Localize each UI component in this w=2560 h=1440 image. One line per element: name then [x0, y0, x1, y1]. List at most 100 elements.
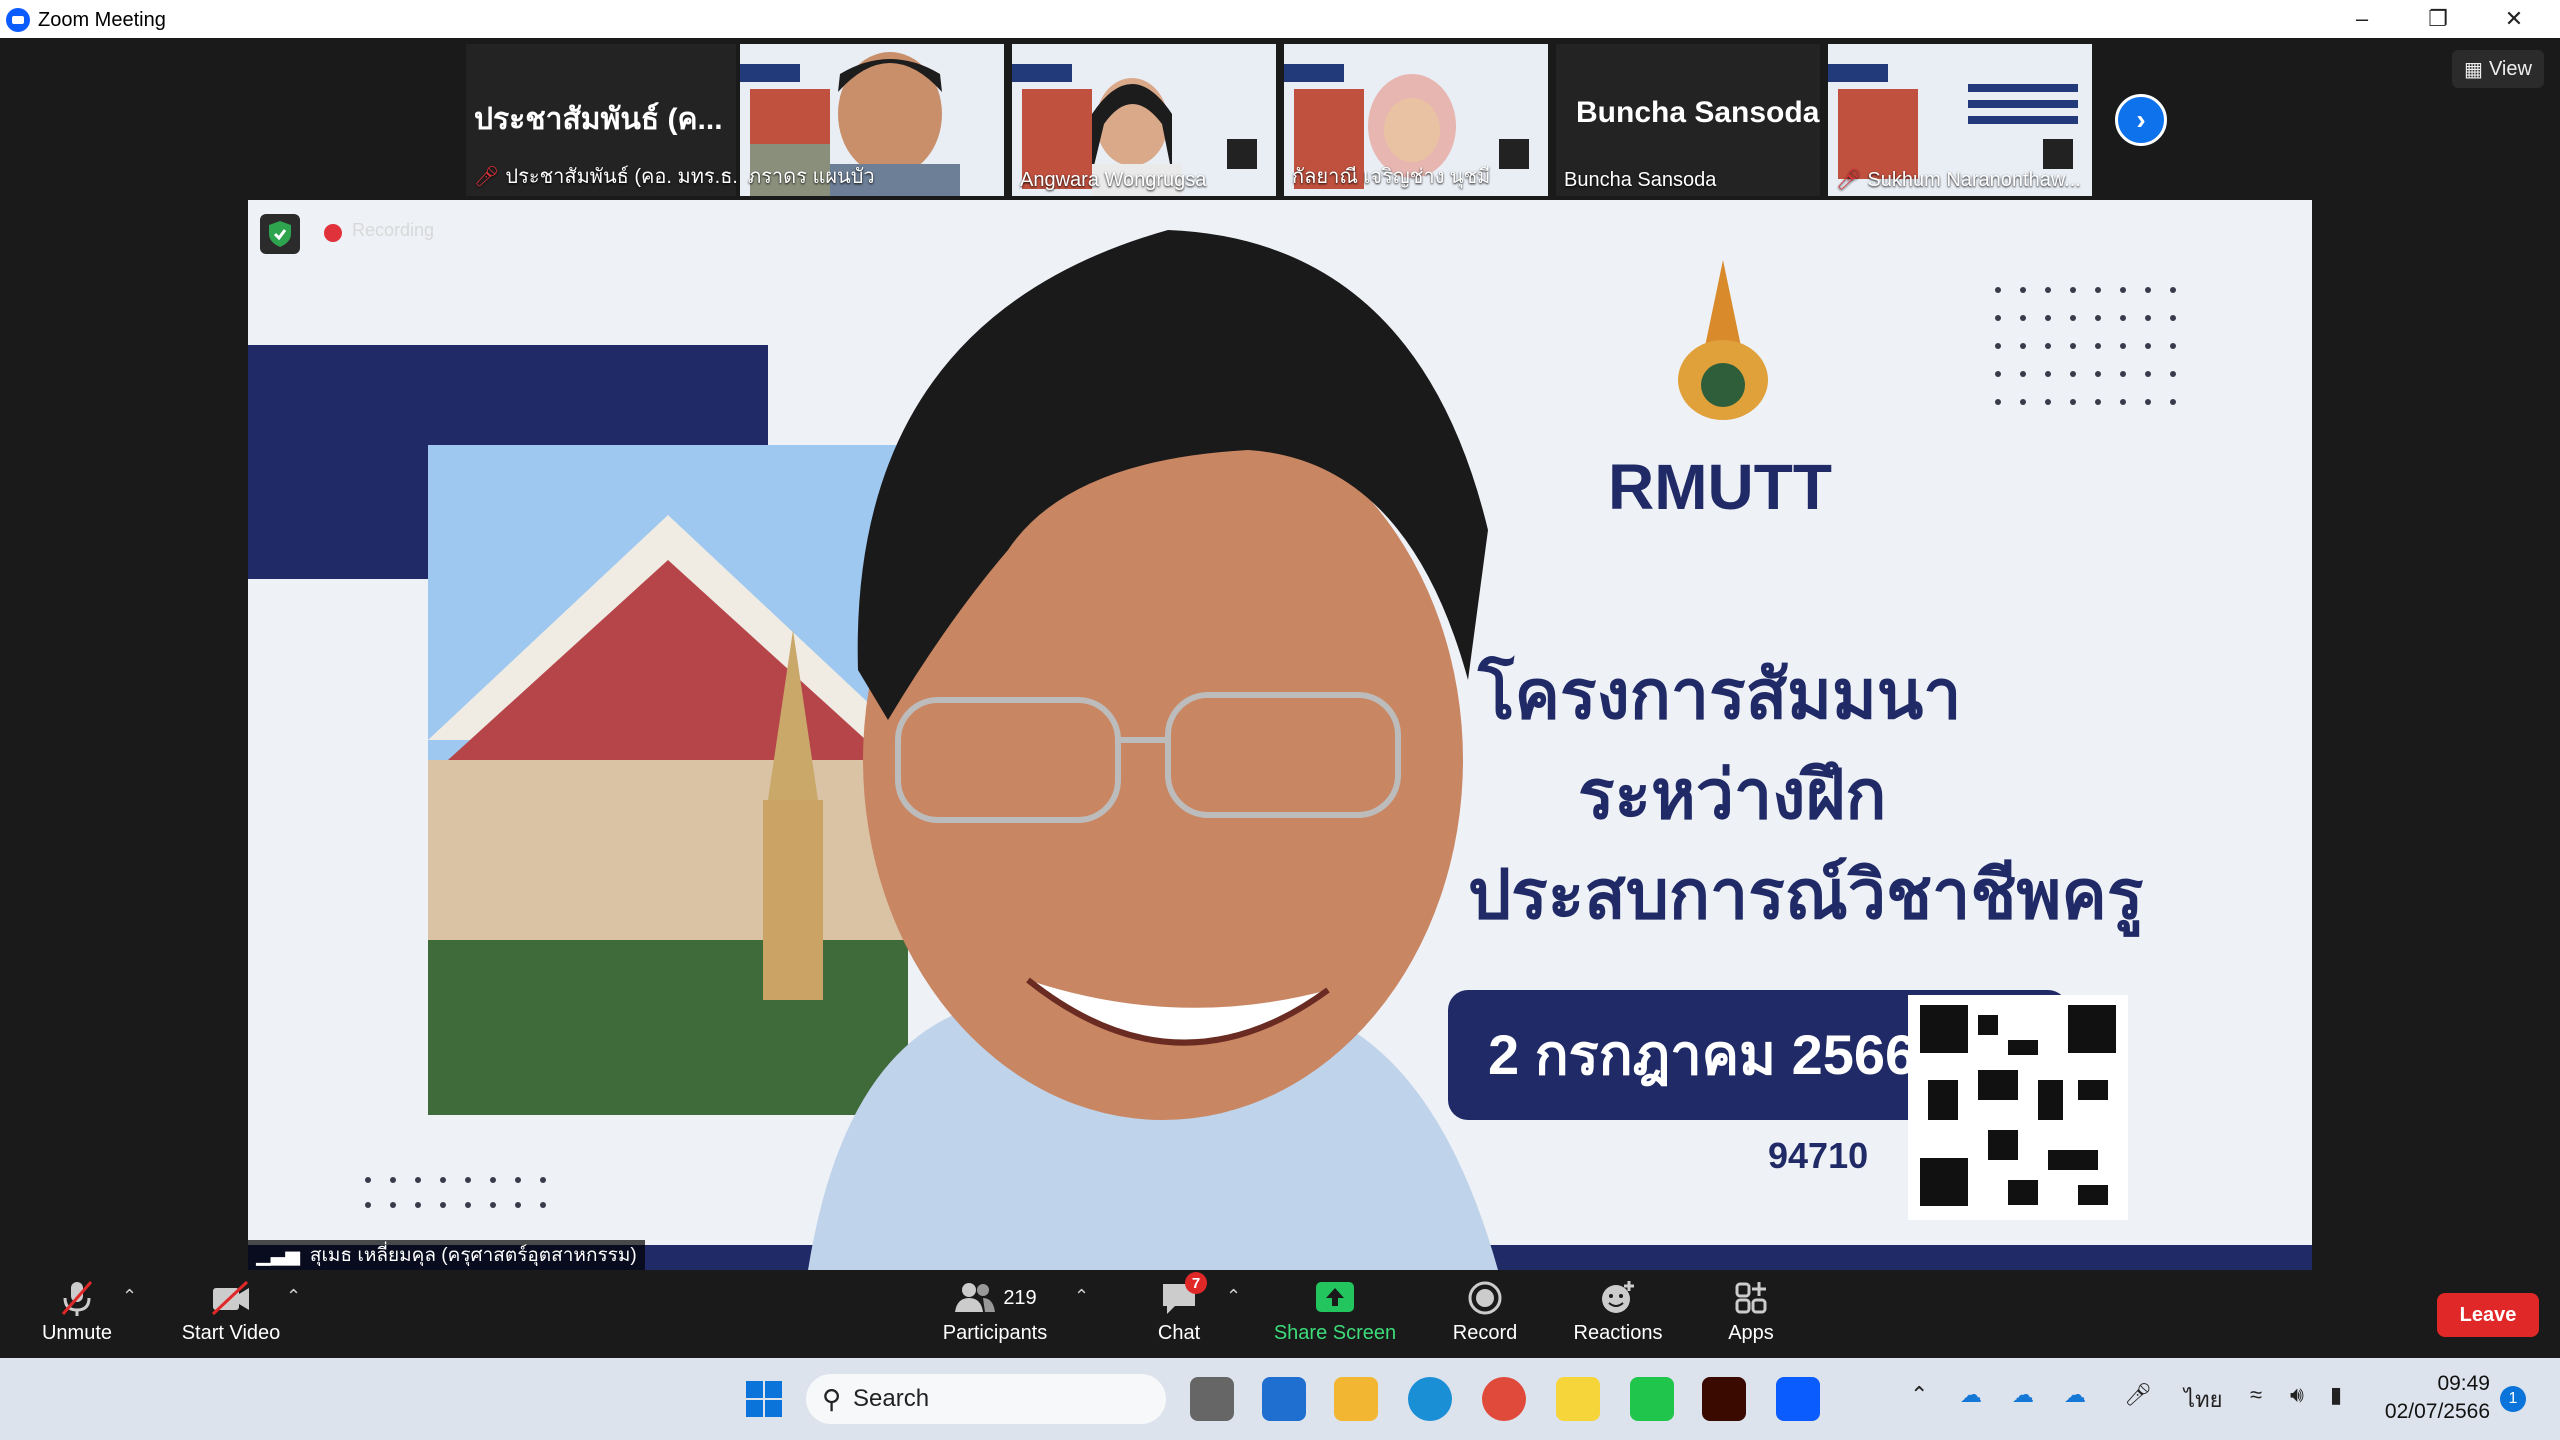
participants-button[interactable]: 219 Participants	[920, 1278, 1070, 1358]
zoom-app-icon[interactable]	[1776, 1377, 1820, 1421]
app-l-icon[interactable]	[1262, 1377, 1306, 1421]
audio-options-caret-icon[interactable]: ⌃	[122, 1286, 137, 1307]
meeting-controls: Unmute ⌃ Start Video ⌃ 219 Participants …	[0, 1270, 2560, 1358]
participant-name: Buncha Sansoda	[1564, 169, 1717, 191]
participant-display-name: Buncha Sansoda	[1576, 96, 1820, 129]
chat-icon-wrap: 7	[1159, 1272, 1207, 1318]
recording-indicator-icon	[324, 224, 342, 242]
mic-muted-icon: 🎤︎	[474, 166, 500, 188]
video-off-icon	[209, 1278, 253, 1318]
unmute-label: Unmute	[41, 1322, 113, 1344]
record-icon	[1467, 1278, 1503, 1318]
participants-options-caret-icon[interactable]: ⌃	[1074, 1286, 1089, 1307]
apps-icon	[1733, 1278, 1769, 1318]
wifi-icon[interactable]: ≈	[2250, 1382, 2262, 1408]
chevron-right-icon: ›	[2136, 104, 2146, 135]
participant-name: Angwara Wongrugsa	[1020, 169, 1207, 191]
windows-logo-icon	[746, 1381, 782, 1417]
share-screen-label: Share Screen	[1273, 1322, 1397, 1344]
show-hidden-icons-caret-icon[interactable]: ⌃	[1910, 1382, 1928, 1408]
slide-title-line2: ระหว่างฝึก	[1578, 757, 1887, 833]
start-button[interactable]	[742, 1377, 786, 1421]
slide-title-line1: โครงการสัมมนา	[1478, 657, 1962, 733]
onedrive-icon-2[interactable]: ☁	[2012, 1382, 2034, 1408]
onedrive-icon-3[interactable]: ☁	[2064, 1382, 2086, 1408]
participants-label: Participants	[942, 1322, 1048, 1344]
view-label: View	[2488, 57, 2532, 80]
mic-muted-icon: 🎤︎	[1836, 169, 1862, 191]
participant-tile-angwara[interactable]: Angwara Wongrugsa	[1012, 44, 1276, 196]
minimize-button[interactable]: –	[2324, 0, 2400, 38]
clock-time: 09:49	[2437, 1372, 2490, 1395]
sticky-notes-icon[interactable]	[1556, 1377, 1600, 1421]
participant-display-name: ประชาสัมพันธ์ (ค...	[474, 103, 723, 136]
clock-date: 02/07/2566	[2384, 1400, 2490, 1423]
speaker-name: สุเมธ เหลี่ยมคุล (ครุศาสตร์อุตสาหกรรม)	[309, 1245, 637, 1266]
notification-badge[interactable]: 1	[2500, 1386, 2526, 1412]
video-options-caret-icon[interactable]: ⌃	[286, 1286, 301, 1307]
participant-name: ประชาสัมพันธ์ (คอ. มทร.ธ...	[505, 166, 736, 188]
participant-tile-buncha[interactable]: Buncha Sansoda Buncha Sansoda	[1556, 44, 1820, 196]
next-page-button[interactable]: ›	[2115, 94, 2167, 146]
system-clock[interactable]: 09:49 02/07/2566	[2370, 1370, 2490, 1426]
taskbar-search[interactable]: ⚲ Search	[806, 1374, 1166, 1424]
close-button[interactable]: ✕	[2476, 0, 2552, 38]
apps-label: Apps	[1728, 1322, 1774, 1344]
security-shield-icon[interactable]	[260, 214, 300, 254]
grid-icon: ▦	[2464, 58, 2483, 81]
os-taskbar: ⚲ Search ⌃ ☁ ☁ ☁ 🎤︎ ไทย ≈ 🔊︎ ▮ 09:49 02/…	[0, 1358, 2560, 1440]
battery-icon[interactable]: ▮	[2330, 1382, 2342, 1408]
speaker-video-frame	[248, 200, 2312, 1270]
main-video: RMUTT โครงการสัมมนา ระหว่างฝึก ประสบการณ…	[248, 200, 2312, 1270]
participant-name: กัลยาณี เจริญช่าง นุชมี	[1292, 166, 1491, 188]
participant-tile-sukhum[interactable]: 🎤︎ Sukhum Naranonthaw...	[1828, 44, 2092, 196]
speaker-nameplate: ▁▃▅ สุเมธ เหลี่ยมคุล (ครุศาสตร์อุตสาหกรร…	[248, 1240, 645, 1270]
participant-tile-kanlayanee[interactable]: กัลยาณี เจริญช่าง นุชมี	[1284, 44, 1548, 196]
onedrive-icon[interactable]: ☁	[1960, 1382, 1982, 1408]
edge-browser-icon[interactable]	[1408, 1377, 1452, 1421]
share-screen-button[interactable]: Share Screen	[1260, 1278, 1410, 1358]
language-indicator[interactable]: ไทย	[2184, 1382, 2222, 1417]
chat-badge: 7	[1185, 1272, 1207, 1294]
participants-icon-wrap: 219	[953, 1278, 1037, 1318]
slide-logo-text: RMUTT	[1608, 451, 1832, 523]
recording-label: Recording	[352, 220, 435, 240]
slide-date: 2 กรกฎาคม 2566	[1488, 1023, 1917, 1086]
task-view-icon[interactable]	[1190, 1377, 1234, 1421]
apps-button[interactable]: Apps	[1676, 1278, 1826, 1358]
signal-strength-icon: ▁▃▅	[256, 1244, 300, 1266]
illustrator-icon[interactable]	[1702, 1377, 1746, 1421]
window-title: Zoom Meeting	[38, 9, 166, 31]
chat-label: Chat	[1157, 1322, 1201, 1344]
start-video-button[interactable]: Start Video	[156, 1278, 306, 1358]
line-app-icon[interactable]	[1630, 1377, 1674, 1421]
smile-icon	[1599, 1278, 1637, 1318]
reactions-label: Reactions	[1573, 1322, 1663, 1344]
microphone-icon[interactable]: 🎤︎	[2124, 1382, 2152, 1408]
chat-options-caret-icon[interactable]: ⌃	[1226, 1286, 1241, 1307]
participants-count: 219	[1003, 1286, 1037, 1309]
reactions-button[interactable]: Reactions	[1543, 1278, 1693, 1358]
record-label: Record	[1452, 1322, 1518, 1344]
participants-icon	[955, 1283, 996, 1312]
slide-title-line3: ประสบการณ์วิชาชีพครู	[1468, 857, 2144, 933]
participant-name: ภราดร แผนบัว	[748, 166, 875, 188]
participant-name: Sukhum Naranonthaw...	[1867, 169, 2081, 191]
participant-tile-pr[interactable]: ประชาสัมพันธ์ (ค... 🎤︎ ประชาสัมพันธ์ (คอ.…	[466, 44, 736, 196]
title-bar: Zoom Meeting – ❐ ✕	[0, 0, 2560, 38]
share-screen-icon	[1314, 1278, 1356, 1318]
view-button[interactable]: ▦ View	[2452, 50, 2544, 88]
file-explorer-icon[interactable]	[1334, 1377, 1378, 1421]
slide-meeting-id: 94710	[1768, 1135, 1869, 1176]
volume-icon[interactable]: 🔊︎	[2290, 1382, 2304, 1408]
participant-tile-pharadon[interactable]: ภราดร แผนบัว	[740, 44, 1004, 196]
zoom-logo-icon	[6, 8, 30, 32]
start-video-label: Start Video	[181, 1322, 281, 1344]
restore-button[interactable]: ❐	[2400, 0, 2476, 38]
mic-muted-icon	[57, 1278, 97, 1318]
leave-button[interactable]: Leave	[2437, 1293, 2539, 1337]
record-button[interactable]: Record	[1410, 1278, 1560, 1358]
chrome-browser-icon[interactable]	[1482, 1377, 1526, 1421]
search-placeholder: Search	[853, 1385, 930, 1412]
search-icon: ⚲	[822, 1383, 842, 1414]
